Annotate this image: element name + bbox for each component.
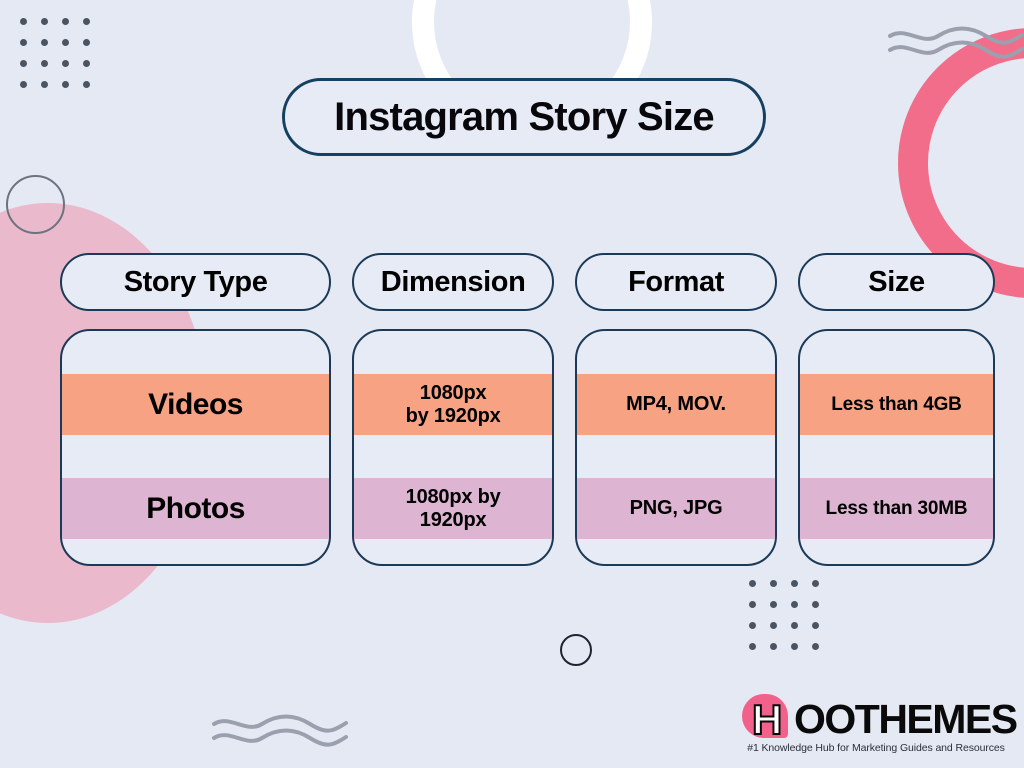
cell-story-type-videos: Videos [62, 374, 330, 435]
header-format: Format [575, 253, 777, 311]
cell-dimension-videos-line1: 1080px [419, 382, 487, 405]
card-format: MP4, MOV. PNG, JPG [575, 329, 777, 566]
cell-size-videos: Less than 4GB [799, 374, 993, 435]
table-body-row: Videos Photos 1080px by 1920px 1080px by… [60, 329, 995, 566]
card-dimension: 1080px by 1920px 1080px by 1920px [352, 329, 555, 566]
cell-dimension-videos: 1080px by 1920px [354, 374, 553, 435]
brand-logo: H OOTHEMES #1 Knowledge Hub for Marketin… [742, 692, 1018, 754]
cell-story-type-photos: Photos [62, 478, 330, 539]
cell-format-videos: MP4, MOV. [577, 374, 775, 435]
logo-mark: H OOTHEMES [742, 692, 1018, 743]
column-story-type: Story Type [60, 253, 332, 311]
dot-grid-icon-bottom-right [749, 580, 819, 650]
cell-dimension-photos-line2: 1920px [419, 508, 487, 531]
page-title: Instagram Story Size [334, 94, 714, 139]
cells-dimension: 1080px by 1920px 1080px by 1920px [352, 329, 555, 566]
logo-tagline: #1 Knowledge Hub for Marketing Guides an… [747, 742, 1005, 754]
cells-size: Less than 4GB Less than 30MB [797, 329, 995, 566]
column-size: Size [797, 253, 995, 311]
wave-lines-icon-top-right [888, 26, 1024, 59]
column-dimension: Dimension [352, 253, 555, 311]
cell-dimension-videos-line2: by 1920px [405, 404, 501, 427]
column-format: Format [575, 253, 777, 311]
logo-wordmark: OOTHEMES [794, 696, 1018, 742]
cell-format-photos: PNG, JPG [577, 478, 775, 539]
wave-lines-icon-bottom-left [212, 714, 348, 747]
table-header-row: Story Type Dimension Format Size [60, 253, 995, 311]
cells-format: MP4, MOV. PNG, JPG [575, 329, 777, 566]
header-size: Size [797, 253, 995, 311]
header-dimension: Dimension [352, 253, 555, 311]
page-title-pill: Instagram Story Size [282, 78, 766, 156]
logo-h-badge: H [742, 694, 798, 743]
logo-letter-h: H [751, 696, 783, 743]
small-circle-outline-decoration [560, 634, 592, 666]
gray-circle-outline-decoration [6, 175, 65, 234]
dot-grid-icon-top-left [20, 18, 90, 88]
header-story-type: Story Type [60, 253, 332, 311]
card-story-type: Videos Photos [60, 329, 332, 566]
cell-size-photos: Less than 30MB [799, 478, 993, 539]
card-size: Less than 4GB Less than 30MB [797, 329, 995, 566]
infographic-canvas: Instagram Story Size Story Type Dimensio… [0, 0, 1024, 768]
spec-table: Story Type Dimension Format Size Videos … [60, 253, 995, 566]
cell-dimension-photos: 1080px by 1920px [354, 478, 553, 539]
cell-dimension-photos-line1: 1080px by [405, 486, 501, 509]
cells-story-type: Videos Photos [60, 329, 332, 566]
